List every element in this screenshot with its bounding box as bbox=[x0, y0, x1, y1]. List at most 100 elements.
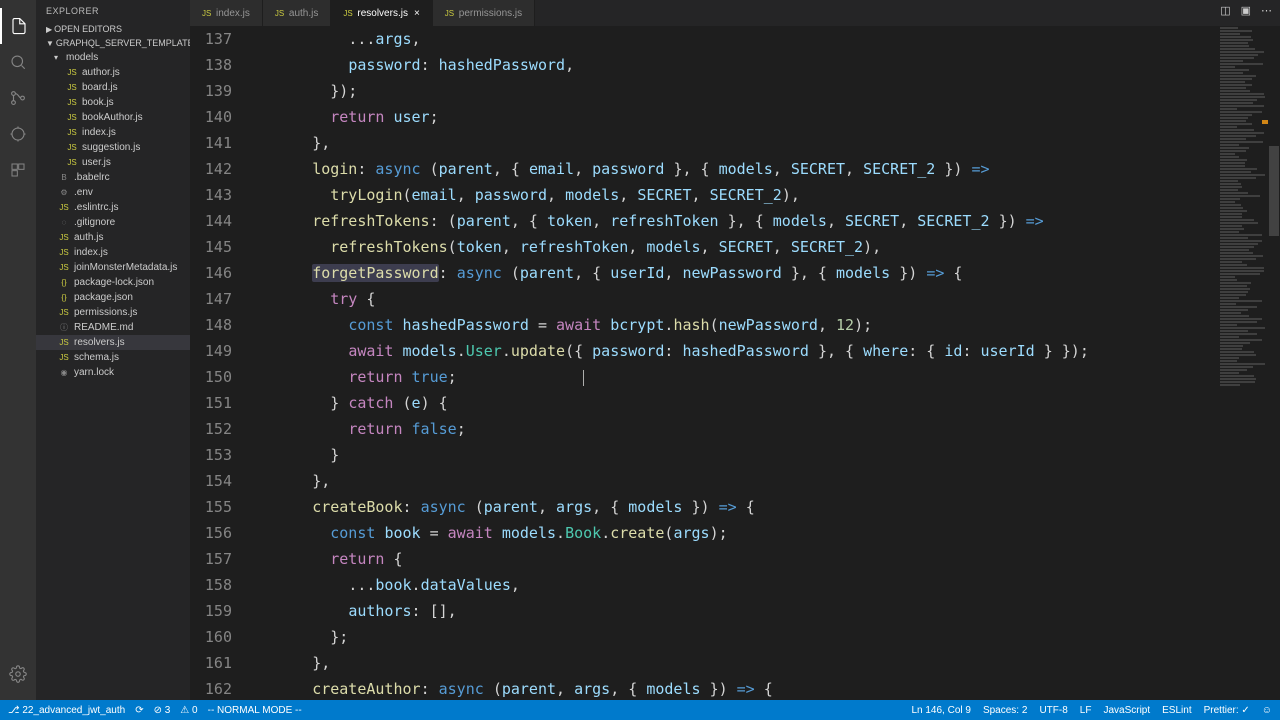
code-line[interactable]: return false; bbox=[258, 416, 1218, 442]
close-icon[interactable]: × bbox=[414, 8, 420, 19]
file-icon: JS bbox=[58, 232, 70, 244]
file-item[interactable]: JSsuggestion.js bbox=[36, 140, 190, 155]
code-line[interactable]: await models.User.update({ password: has… bbox=[258, 338, 1218, 364]
extensions-icon[interactable] bbox=[0, 152, 36, 188]
file-item[interactable]: JSauth.js bbox=[36, 230, 190, 245]
scrollbar-vertical[interactable] bbox=[1268, 26, 1280, 698]
status-lncol[interactable]: Ln 146, Col 9 bbox=[911, 705, 971, 716]
js-file-icon: JS bbox=[66, 112, 78, 124]
status-feedback[interactable]: ☺ bbox=[1262, 705, 1272, 716]
status-errors[interactable]: ⊘ 3 bbox=[154, 705, 171, 716]
file-icon: JS bbox=[58, 307, 70, 319]
project-section[interactable]: ▼GRAPHQL_SERVER_TEMPLATE bbox=[36, 36, 190, 50]
code-line[interactable]: }); bbox=[258, 78, 1218, 104]
activity-bar bbox=[0, 0, 36, 700]
file-icon: {} bbox=[58, 292, 70, 304]
js-file-icon: JS bbox=[343, 9, 353, 18]
file-item[interactable]: JSuser.js bbox=[36, 155, 190, 170]
js-file-icon: JS bbox=[66, 157, 78, 169]
js-file-icon: JS bbox=[202, 9, 212, 18]
code-line[interactable]: return { bbox=[258, 546, 1218, 572]
code-line[interactable]: }; bbox=[258, 624, 1218, 650]
source-control-icon[interactable] bbox=[0, 80, 36, 116]
code-line[interactable]: return user; bbox=[258, 104, 1218, 130]
status-spaces[interactable]: Spaces: 2 bbox=[983, 705, 1027, 716]
folder-models[interactable]: ▾models bbox=[36, 50, 190, 65]
code-line[interactable]: tryLogin(email, password, models, SECRET… bbox=[258, 182, 1218, 208]
file-item[interactable]: JSbookAuthor.js bbox=[36, 110, 190, 125]
code-line[interactable]: } bbox=[258, 442, 1218, 468]
file-item[interactable]: JSauthor.js bbox=[36, 65, 190, 80]
status-lang[interactable]: JavaScript bbox=[1103, 705, 1150, 716]
tab[interactable]: JSresolvers.js× bbox=[331, 0, 432, 26]
minimap[interactable] bbox=[1218, 26, 1268, 698]
code-line[interactable]: ...args, bbox=[258, 26, 1218, 52]
toggle-layout-icon[interactable]: ▣ bbox=[1241, 4, 1251, 17]
file-icon: ⚙ bbox=[58, 187, 70, 199]
open-editors-section[interactable]: ▶OPEN EDITORS bbox=[36, 22, 190, 36]
more-actions-icon[interactable]: ⋯ bbox=[1261, 4, 1272, 17]
file-item[interactable]: ⚙.env bbox=[36, 185, 190, 200]
file-item[interactable]: {}package.json bbox=[36, 290, 190, 305]
file-icon: JS bbox=[58, 337, 70, 349]
file-item[interactable]: JS.eslintrc.js bbox=[36, 200, 190, 215]
status-branch[interactable]: ⎇ 22_advanced_jwt_auth bbox=[8, 705, 125, 716]
file-item[interactable]: JSjoinMonsterMetadata.js bbox=[36, 260, 190, 275]
file-icon: JS bbox=[58, 247, 70, 259]
file-item[interactable]: {}package-lock.json bbox=[36, 275, 190, 290]
file-icon: ◌ bbox=[58, 217, 70, 229]
file-item[interactable]: JSindex.js bbox=[36, 125, 190, 140]
status-eslint[interactable]: ESLint bbox=[1162, 705, 1191, 716]
file-item[interactable]: JSpermissions.js bbox=[36, 305, 190, 320]
code-line[interactable]: login: async (parent, { email, password … bbox=[258, 156, 1218, 182]
code-line[interactable]: refreshTokens: (parent, { token, refresh… bbox=[258, 208, 1218, 234]
code-line[interactable]: try { bbox=[258, 286, 1218, 312]
status-prettier[interactable]: Prettier: ✓ bbox=[1204, 705, 1250, 716]
code-line[interactable]: }, bbox=[258, 130, 1218, 156]
file-item[interactable]: JSresolvers.js bbox=[36, 335, 190, 350]
tab[interactable]: JSindex.js bbox=[190, 0, 263, 26]
sidebar-title: EXPLORER bbox=[36, 0, 190, 22]
code-line[interactable]: } catch (e) { bbox=[258, 390, 1218, 416]
status-eol[interactable]: LF bbox=[1080, 705, 1092, 716]
code-line[interactable]: const book = await models.Book.create(ar… bbox=[258, 520, 1218, 546]
tab[interactable]: JSauth.js bbox=[263, 0, 331, 26]
js-file-icon: JS bbox=[66, 127, 78, 139]
split-editor-icon[interactable]: ◫ bbox=[1220, 4, 1230, 17]
file-item[interactable]: ◉yarn.lock bbox=[36, 365, 190, 380]
code-line[interactable]: createBook: async (parent, args, { model… bbox=[258, 494, 1218, 520]
status-bar: ⎇ 22_advanced_jwt_auth ⟳ ⊘ 3 ⚠ 0 -- NORM… bbox=[0, 700, 1280, 720]
status-encoding[interactable]: UTF-8 bbox=[1039, 705, 1067, 716]
code-line[interactable]: const hashedPassword = await bcrypt.hash… bbox=[258, 312, 1218, 338]
file-item[interactable]: B.babelrc bbox=[36, 170, 190, 185]
tabs: JSindex.jsJSauth.jsJSresolvers.js×JSperm… bbox=[190, 0, 1280, 26]
file-item[interactable]: JSindex.js bbox=[36, 245, 190, 260]
search-icon[interactable] bbox=[0, 44, 36, 80]
file-item[interactable]: ⓘREADME.md bbox=[36, 320, 190, 335]
debug-icon[interactable] bbox=[0, 116, 36, 152]
editor[interactable]: 1371381391401411421431441451461471481491… bbox=[190, 26, 1218, 698]
status-sync[interactable]: ⟳ bbox=[135, 705, 143, 716]
code-line[interactable]: }, bbox=[258, 468, 1218, 494]
status-warnings[interactable]: ⚠ 0 bbox=[180, 705, 197, 716]
js-file-icon: JS bbox=[66, 97, 78, 109]
js-file-icon: JS bbox=[66, 67, 78, 79]
explorer-icon[interactable] bbox=[0, 8, 36, 44]
code-line[interactable]: createAuthor: async (parent, args, { mod… bbox=[258, 676, 1218, 698]
settings-icon[interactable] bbox=[0, 656, 36, 692]
code-line[interactable]: refreshTokens(token, refreshToken, model… bbox=[258, 234, 1218, 260]
code-area[interactable]: ...args, password: hashedPassword, }); r… bbox=[258, 26, 1218, 698]
file-item[interactable]: JSbook.js bbox=[36, 95, 190, 110]
code-line[interactable]: authors: [], bbox=[258, 598, 1218, 624]
code-line[interactable]: forgetPassword: async (parent, { userId,… bbox=[258, 260, 1218, 286]
file-item[interactable]: JSboard.js bbox=[36, 80, 190, 95]
code-line[interactable]: password: hashedPassword, bbox=[258, 52, 1218, 78]
code-line[interactable]: ...book.dataValues, bbox=[258, 572, 1218, 598]
file-icon: JS bbox=[58, 202, 70, 214]
code-line[interactable]: }, bbox=[258, 650, 1218, 676]
scrollbar-thumb[interactable] bbox=[1269, 146, 1279, 236]
tab[interactable]: JSpermissions.js bbox=[433, 0, 535, 26]
file-item[interactable]: ◌.gitignore bbox=[36, 215, 190, 230]
file-item[interactable]: JSschema.js bbox=[36, 350, 190, 365]
code-line[interactable]: return true; bbox=[258, 364, 1218, 390]
